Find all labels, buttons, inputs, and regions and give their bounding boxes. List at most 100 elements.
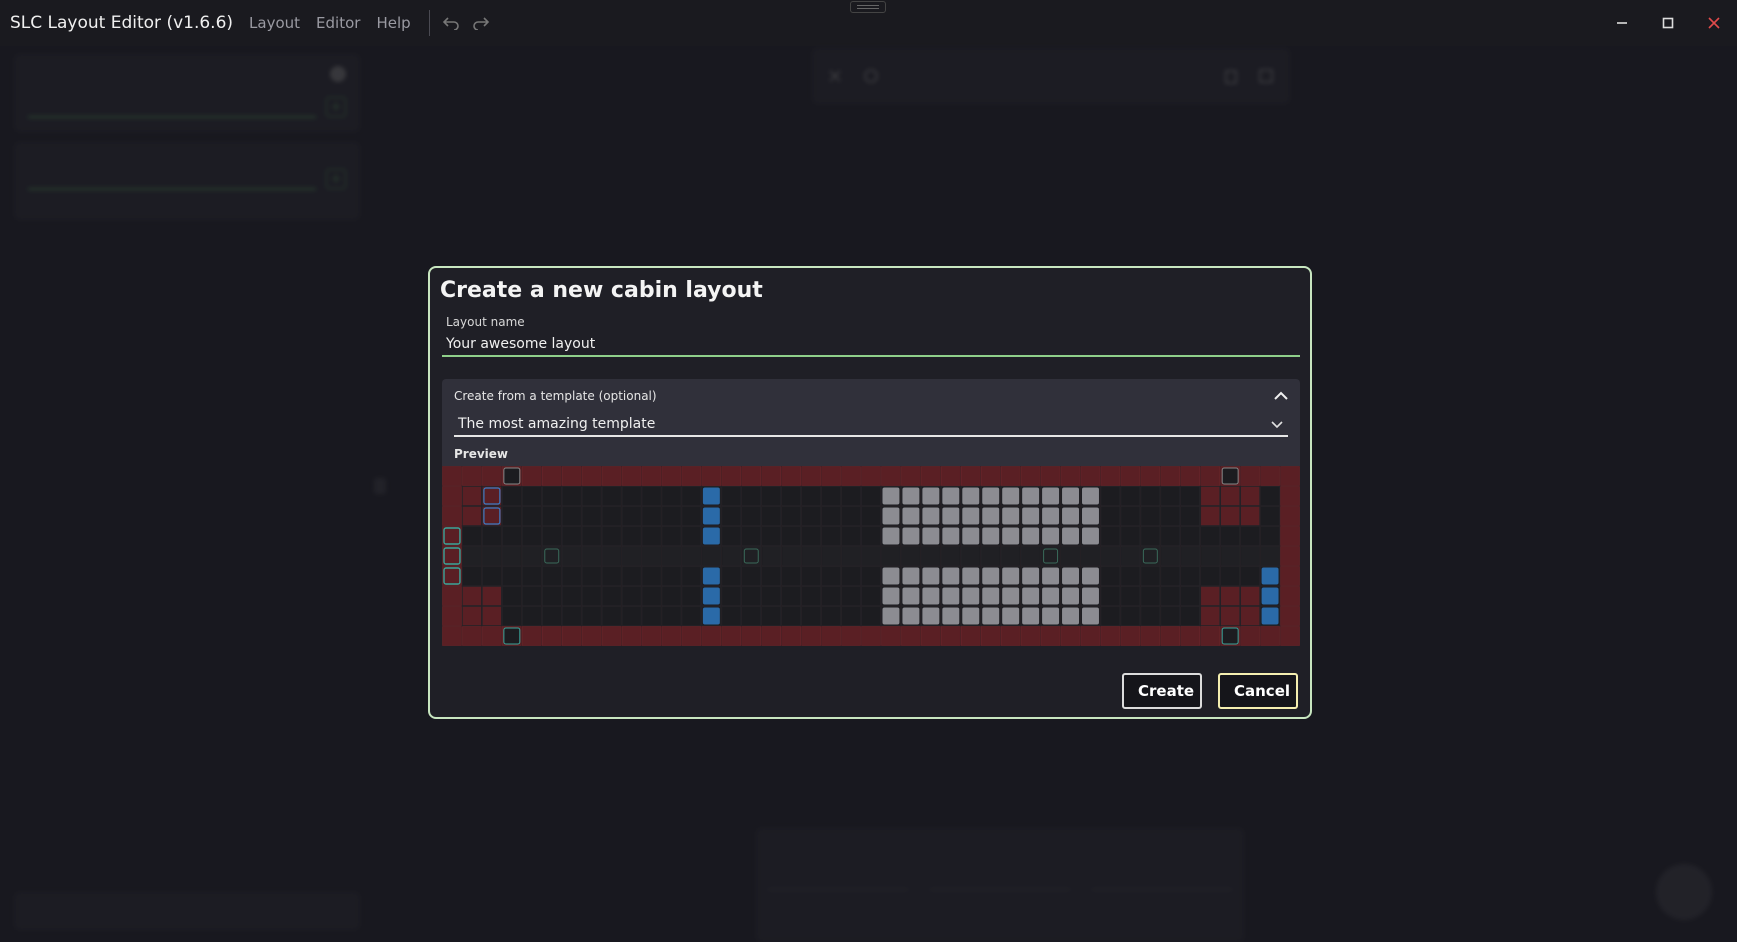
- preview-cell: [1280, 486, 1300, 506]
- preview-cell: [442, 546, 462, 566]
- preview-cell: [601, 626, 622, 646]
- aisle-cell: [1261, 547, 1280, 565]
- preview-cell: [581, 486, 602, 506]
- preview-cell: [1140, 486, 1161, 506]
- preview-cell: [482, 566, 502, 586]
- aisle-cell: [1241, 547, 1260, 565]
- preview-cell: [541, 606, 562, 626]
- seat-mark: [1042, 487, 1060, 505]
- preview-cell: [522, 486, 542, 506]
- close-icon[interactable]: [1691, 0, 1737, 46]
- preview-cell: [741, 526, 762, 546]
- preview-cell: [1160, 586, 1181, 606]
- preview-cell: [741, 626, 762, 646]
- preview-cell: [502, 586, 522, 606]
- preview-cell: [761, 526, 782, 546]
- preview-cell: [901, 466, 921, 486]
- redo-icon[interactable]: [472, 16, 490, 30]
- layout-name-input[interactable]: [442, 333, 1300, 357]
- preview-cell: [821, 506, 841, 526]
- preview-cell: [581, 566, 602, 586]
- seat-mark: [1082, 607, 1099, 625]
- preview-cell: [601, 586, 622, 606]
- preview-cell: [1200, 586, 1220, 606]
- aisle-cell: [1101, 547, 1120, 565]
- preview-cell: [641, 586, 662, 606]
- preview-cell: [821, 466, 841, 486]
- preview-cell: [801, 566, 821, 586]
- preview-cell: [721, 486, 742, 506]
- minimize-icon[interactable]: [1599, 0, 1645, 46]
- preview-cell: [581, 526, 602, 546]
- preview-cell: [561, 586, 582, 606]
- preview-cell: [701, 626, 722, 646]
- menu-editor[interactable]: Editor: [316, 14, 360, 32]
- preview-cell: [1180, 526, 1201, 546]
- preview-cell: [581, 466, 602, 486]
- aisle-cell: [502, 547, 521, 565]
- preview-cell: [1120, 566, 1141, 586]
- chevron-up-icon[interactable]: [1274, 391, 1288, 401]
- maximize-icon[interactable]: [1645, 0, 1691, 46]
- preview-cell: [522, 566, 542, 586]
- create-button[interactable]: Create: [1122, 673, 1202, 709]
- preview-cell: [941, 466, 961, 486]
- galley-mark: [1261, 567, 1279, 585]
- preview-cell: [661, 606, 682, 626]
- preview-cell: [1200, 486, 1220, 506]
- preview-cell: [1160, 466, 1181, 486]
- menu-layout[interactable]: Layout: [249, 14, 300, 32]
- preview-cell: [601, 506, 622, 526]
- menu-help[interactable]: Help: [376, 14, 410, 32]
- seat-mark: [1082, 587, 1099, 605]
- preview-cell: [681, 586, 702, 606]
- seat-mark: [902, 507, 920, 525]
- seat-mark: [902, 527, 920, 545]
- preview-cell: [861, 606, 881, 626]
- preview-cell: [1280, 466, 1300, 486]
- cancel-button[interactable]: Cancel: [1218, 673, 1298, 709]
- seat-mark: [982, 587, 1000, 605]
- preview-cell: [1220, 586, 1240, 606]
- preview-cell: [641, 506, 662, 526]
- aisle-cell: [862, 547, 880, 565]
- aisle-cell: [901, 547, 920, 565]
- preview-cell: [741, 466, 762, 486]
- aisle-cell: [961, 547, 980, 565]
- preview-cell: [482, 506, 502, 526]
- preview-cell: [1080, 626, 1101, 646]
- preview-cell: [1200, 526, 1220, 546]
- preview-cell: [881, 466, 901, 486]
- preview-cell: [781, 566, 801, 586]
- aisle-cell: [1221, 547, 1240, 565]
- preview-cell: [841, 466, 861, 486]
- aisle-cell: [762, 547, 781, 565]
- template-header[interactable]: Create from a template (optional): [442, 379, 1300, 413]
- preview-cell: [721, 566, 742, 586]
- preview-cell: [601, 606, 622, 626]
- preview-cell: [561, 606, 582, 626]
- preview-cell: [761, 486, 782, 506]
- preview-cell: [761, 466, 782, 486]
- preview-cell: [1280, 566, 1300, 586]
- preview-cell: [761, 586, 782, 606]
- drag-grip-icon[interactable]: [850, 1, 886, 13]
- preview-cell: [482, 626, 502, 646]
- preview-cell: [541, 486, 562, 506]
- aisle-cell: [662, 547, 681, 565]
- preview-cell: [442, 526, 462, 546]
- seat-mark: [882, 607, 900, 625]
- preview-cell: [1180, 486, 1201, 506]
- preview-cell: [502, 566, 522, 586]
- preview-cell: [522, 466, 542, 486]
- template-select[interactable]: The most amazing template: [454, 413, 1288, 437]
- preview-cell: [721, 526, 742, 546]
- preview-cell: [1120, 466, 1141, 486]
- undo-icon[interactable]: [442, 16, 460, 30]
- seat-mark: [1082, 507, 1099, 525]
- preview-cell: [581, 586, 602, 606]
- seat-mark: [1062, 487, 1080, 505]
- preview-cell: [462, 506, 482, 526]
- aisle-cell: [1121, 547, 1140, 565]
- aisle-cell: [682, 547, 701, 565]
